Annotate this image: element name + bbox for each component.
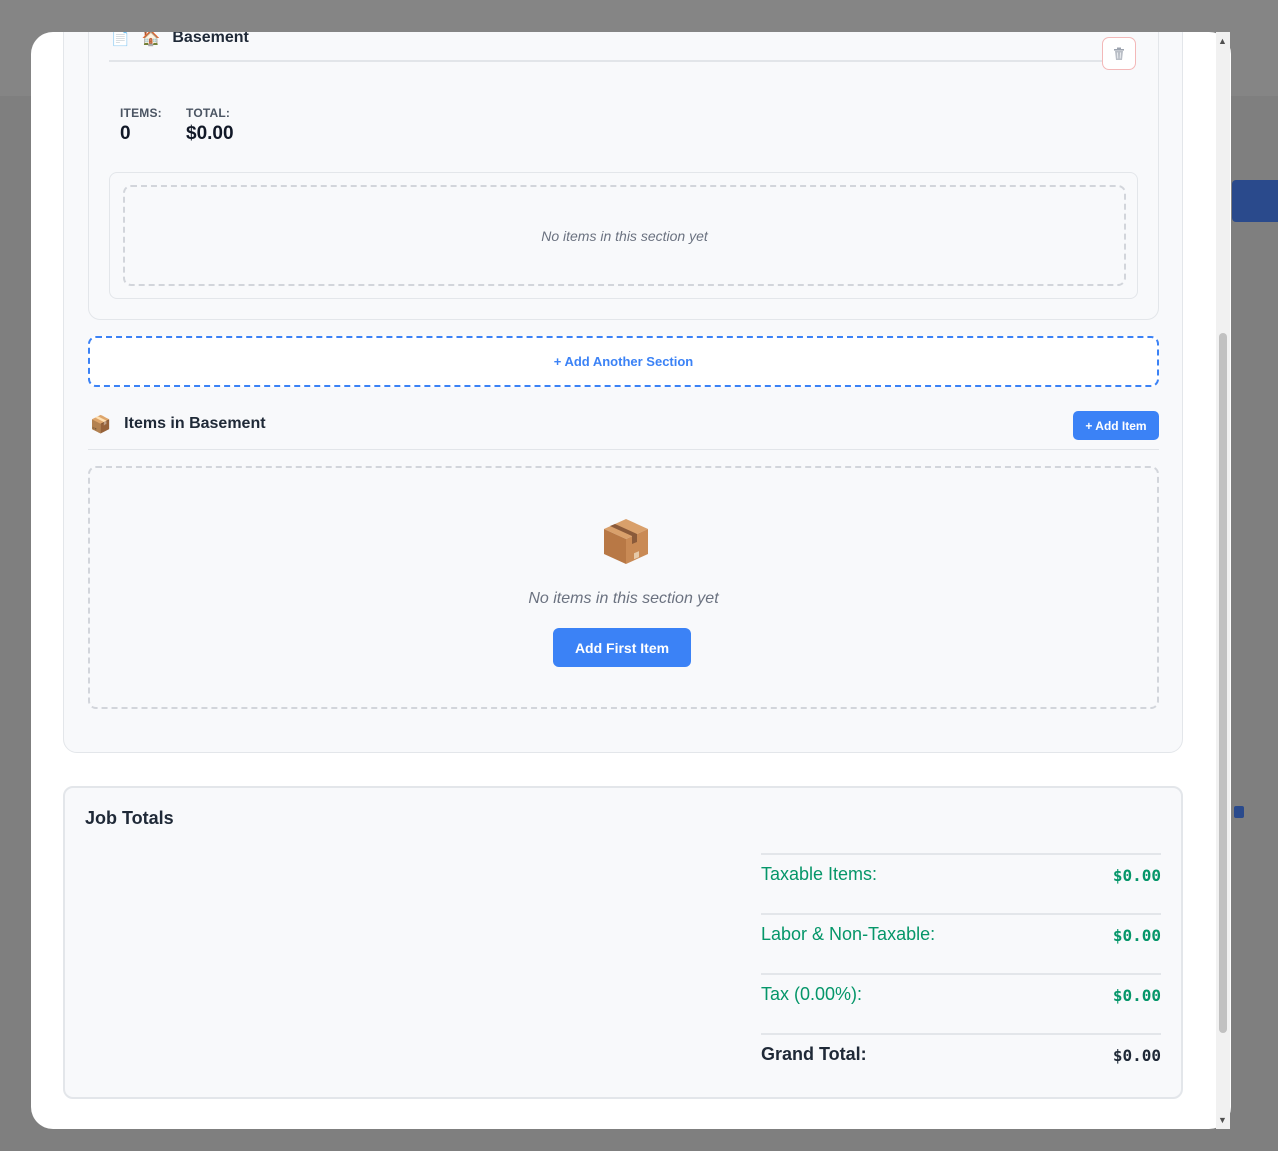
items-panel-header: 📦 Items in Basement (90, 415, 266, 433)
grand-total-label: Grand Total: (761, 1044, 867, 1064)
items-count-value: 0 (120, 123, 131, 144)
taxable-items-value: $0.00 (1112, 866, 1161, 885)
section-total-stat: TOTAL: $0.00 (186, 106, 234, 145)
delete-section-button[interactable] (1102, 37, 1136, 70)
tax-row: Tax (0.00%): $0.00 (761, 973, 1161, 1033)
job-totals-card: Job Totals Taxable Items: $0.00 Labor & … (63, 786, 1183, 1099)
taxable-items-label: Taxable Items: (761, 864, 878, 884)
add-item-button[interactable]: + Add Item (1073, 411, 1159, 440)
add-first-item-button[interactable]: Add First Item (553, 628, 691, 667)
section-empty-text: No items in this section yet (541, 227, 708, 244)
trash-icon (1114, 47, 1124, 60)
section-empty-placeholder: No items in this section yet (123, 185, 1126, 286)
scroll-up-arrow-icon[interactable]: ▲ (1218, 36, 1227, 46)
labor-nontaxable-value: $0.00 (1112, 926, 1161, 945)
job-totals-title: Job Totals (85, 808, 174, 828)
tax-label: Tax (0.00%): (761, 984, 863, 1004)
scrollbar-thumb[interactable] (1219, 333, 1227, 1033)
section-total-value: $0.00 (186, 123, 234, 144)
labor-nontaxable-row: Labor & Non-Taxable: $0.00 (761, 913, 1161, 973)
section-items-area: No items in this section yet (109, 172, 1138, 299)
background-checkbox (1234, 806, 1244, 818)
section-total-label: TOTAL: (186, 106, 231, 120)
package-icon: 📦 (90, 414, 112, 434)
house-icon: 🏠 (141, 32, 161, 47)
background-button (1232, 180, 1278, 222)
modal-dialog: 📄 🏠 Basement ITEMS: 0 TOTAL: $0.00 No it… (31, 32, 1231, 1129)
items-divider (88, 449, 1159, 450)
taxable-items-row: Taxable Items: $0.00 (761, 853, 1161, 913)
labor-nontaxable-label: Labor & Non-Taxable: (761, 924, 936, 944)
grand-total-row: Grand Total: $0.00 (761, 1033, 1161, 1093)
items-empty-text: No items in this section yet (528, 590, 719, 607)
tax-value: $0.00 (1112, 986, 1161, 1005)
section-header: 📄 🏠 Basement (111, 32, 249, 50)
package-icon (604, 519, 648, 564)
document-icon: 📄 (111, 32, 130, 47)
scroll-down-arrow-icon[interactable]: ▼ (1218, 1115, 1227, 1125)
items-count-stat: ITEMS: 0 (120, 106, 162, 145)
add-another-section-button[interactable]: + Add Another Section (88, 336, 1159, 387)
items-empty-state: No items in this section yet Add First I… (88, 466, 1159, 709)
modal-scrollbar[interactable]: ▲ ▼ (1216, 32, 1230, 1129)
items-panel-title: Items in Basement (124, 415, 266, 432)
grand-total-value: $0.00 (1112, 1046, 1161, 1065)
items-count-label: ITEMS: (120, 106, 162, 120)
section-title[interactable]: Basement (172, 32, 248, 47)
section-divider (109, 60, 1105, 62)
